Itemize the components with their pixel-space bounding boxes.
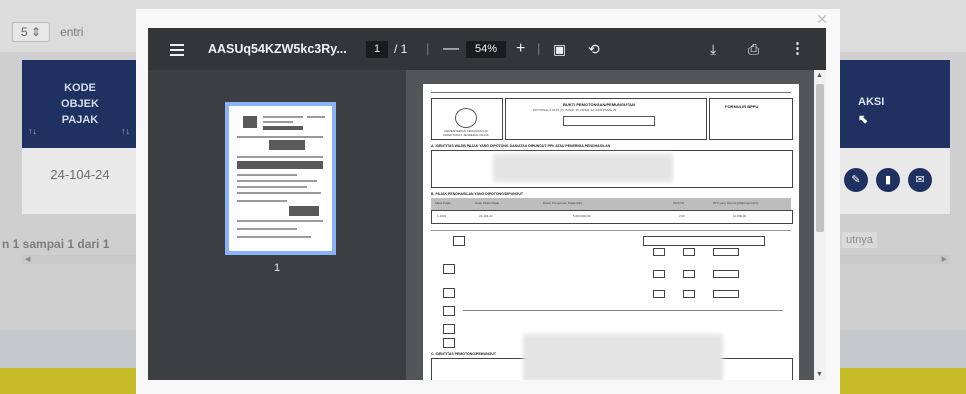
- vertical-scrollbar[interactable]: ▲ ▼: [814, 70, 826, 380]
- entries-select[interactable]: 5 ⇕: [12, 22, 51, 42]
- pdf-toolbar: AASUq54KZW5kc3Ry... 1 / 1 | — 54% + | ▣ …: [148, 28, 826, 70]
- zoom-input[interactable]: 54%: [466, 41, 506, 58]
- column-header-label: KODE OBJEK PAJAK: [61, 82, 99, 126]
- col-header-kode: Kode Objek Pajak: [475, 201, 500, 205]
- pdf-modal: ✕ AASUq54KZW5kc3Ry... 1 / 1 | — 54% + | …: [136, 9, 840, 394]
- cell-dpp: 5.000.000,00: [573, 214, 591, 218]
- document-page: KEMENTERIAN KEUANGAN RI DIREKTORAT JENDE…: [423, 84, 799, 380]
- section-b-label: B. PAJAK PENGHASILAN YANG DIPOTONG/DIPUN…: [431, 192, 524, 196]
- email-icon[interactable]: ✉: [908, 168, 932, 192]
- column-header-kode-objek-pajak[interactable]: KODE OBJEK PAJAK ↑↓ ↑↓: [22, 60, 138, 148]
- menu-icon[interactable]: [170, 28, 184, 70]
- col-header-tarif: Tarif (%): [673, 201, 685, 205]
- column-header-aksi: AKSI ⬉: [840, 60, 950, 148]
- page-total: / 1: [394, 42, 408, 56]
- scroll-left-icon[interactable]: ◀: [25, 255, 30, 263]
- pdf-viewer: AASUq54KZW5kc3Ry... 1 / 1 | — 54% + | ▣ …: [148, 28, 826, 380]
- sort-asc-icon: ↑↓: [28, 126, 37, 136]
- page-number-input[interactable]: 1: [366, 41, 388, 58]
- toolbar-divider: |: [426, 41, 430, 56]
- table-cell-code: 24-104-24: [22, 148, 138, 214]
- redacted-identity: [493, 154, 673, 182]
- doc-sub-title: PPh PASAL 4 AYAT (2), PASAL 15, PASAL 22…: [533, 108, 617, 112]
- zoom-in-button[interactable]: +: [516, 28, 525, 70]
- fit-page-icon[interactable]: ▣: [553, 28, 566, 70]
- section-c-label: C. IDENTITAS PEMOTONG/PEMUNGUT: [431, 352, 497, 356]
- scroll-down-icon[interactable]: ▼: [816, 371, 823, 378]
- rotate-icon[interactable]: ⟲: [588, 28, 600, 70]
- cell-pph: 10.000,00: [733, 214, 747, 218]
- pagination-info: n 1 sampai 1 dari 1: [2, 237, 110, 251]
- table-cell-actions: ✎ ▮ ✉: [840, 148, 950, 214]
- doc-main-title: BUKTI PEMOTONGAN/PEMUNGUTAN: [563, 102, 635, 107]
- toolbar-divider-2: |: [537, 41, 541, 56]
- mouse-cursor-icon: ⬉: [858, 112, 869, 126]
- scroll-right-icon[interactable]: ▶: [942, 255, 947, 263]
- government-seal-icon: [455, 108, 477, 128]
- horizontal-scrollbar-right[interactable]: ▶: [840, 255, 950, 264]
- scroll-up-icon[interactable]: ▲: [816, 72, 823, 79]
- print-icon[interactable]: ⎙: [748, 28, 759, 70]
- col-header-masa: Masa Pajak: [435, 201, 451, 205]
- entries-label: entri: [60, 25, 84, 39]
- scrollbar-thumb[interactable]: [816, 84, 824, 232]
- thumbnail-page-number: 1: [274, 262, 281, 274]
- download-icon[interactable]: ⤓: [710, 28, 716, 70]
- logo-label: KEMENTERIAN KEUANGAN RI DIREKTORAT JENDE…: [443, 129, 489, 137]
- entries-count: 5: [21, 25, 28, 39]
- col-header-pph: PPh yang Dipotong/Dipungut (Rp): [713, 201, 759, 205]
- close-icon[interactable]: ✕: [816, 11, 828, 28]
- document-title: AASUq54KZW5kc3Ry...: [208, 42, 347, 56]
- entries-control: 5 ⇕ entri: [12, 22, 83, 42]
- form-label: FORMULIR BPPU: [725, 104, 759, 109]
- col-header-dpp: Dasar Pengenaan Pajak (Rp): [543, 201, 583, 205]
- redacted-signer: [523, 334, 723, 380]
- edit-icon[interactable]: ✎: [844, 168, 868, 192]
- column-header-label-aksi: AKSI: [858, 96, 885, 108]
- delete-icon[interactable]: ▮: [876, 168, 900, 192]
- horizontal-scrollbar-left[interactable]: ◀: [22, 255, 138, 264]
- thumbnail-sidebar: 1: [148, 70, 406, 380]
- page-thumbnail[interactable]: [225, 102, 336, 255]
- cell-code-value: 24-104-24: [50, 167, 110, 182]
- cell-kode: 24-104-24: [479, 214, 493, 218]
- more-options-icon[interactable]: ⋮: [790, 28, 805, 70]
- section-a-label: A. IDENTITAS WAJIB PAJAK YANG DIPOTONG D…: [431, 144, 611, 148]
- cell-masa: 1-2022: [437, 214, 447, 218]
- zoom-out-button[interactable]: —: [443, 28, 459, 70]
- sort-desc-icon: ↑↓: [121, 126, 130, 136]
- pagination-next-link[interactable]: utnya: [842, 232, 877, 248]
- cell-tarif: 2,00: [679, 214, 685, 218]
